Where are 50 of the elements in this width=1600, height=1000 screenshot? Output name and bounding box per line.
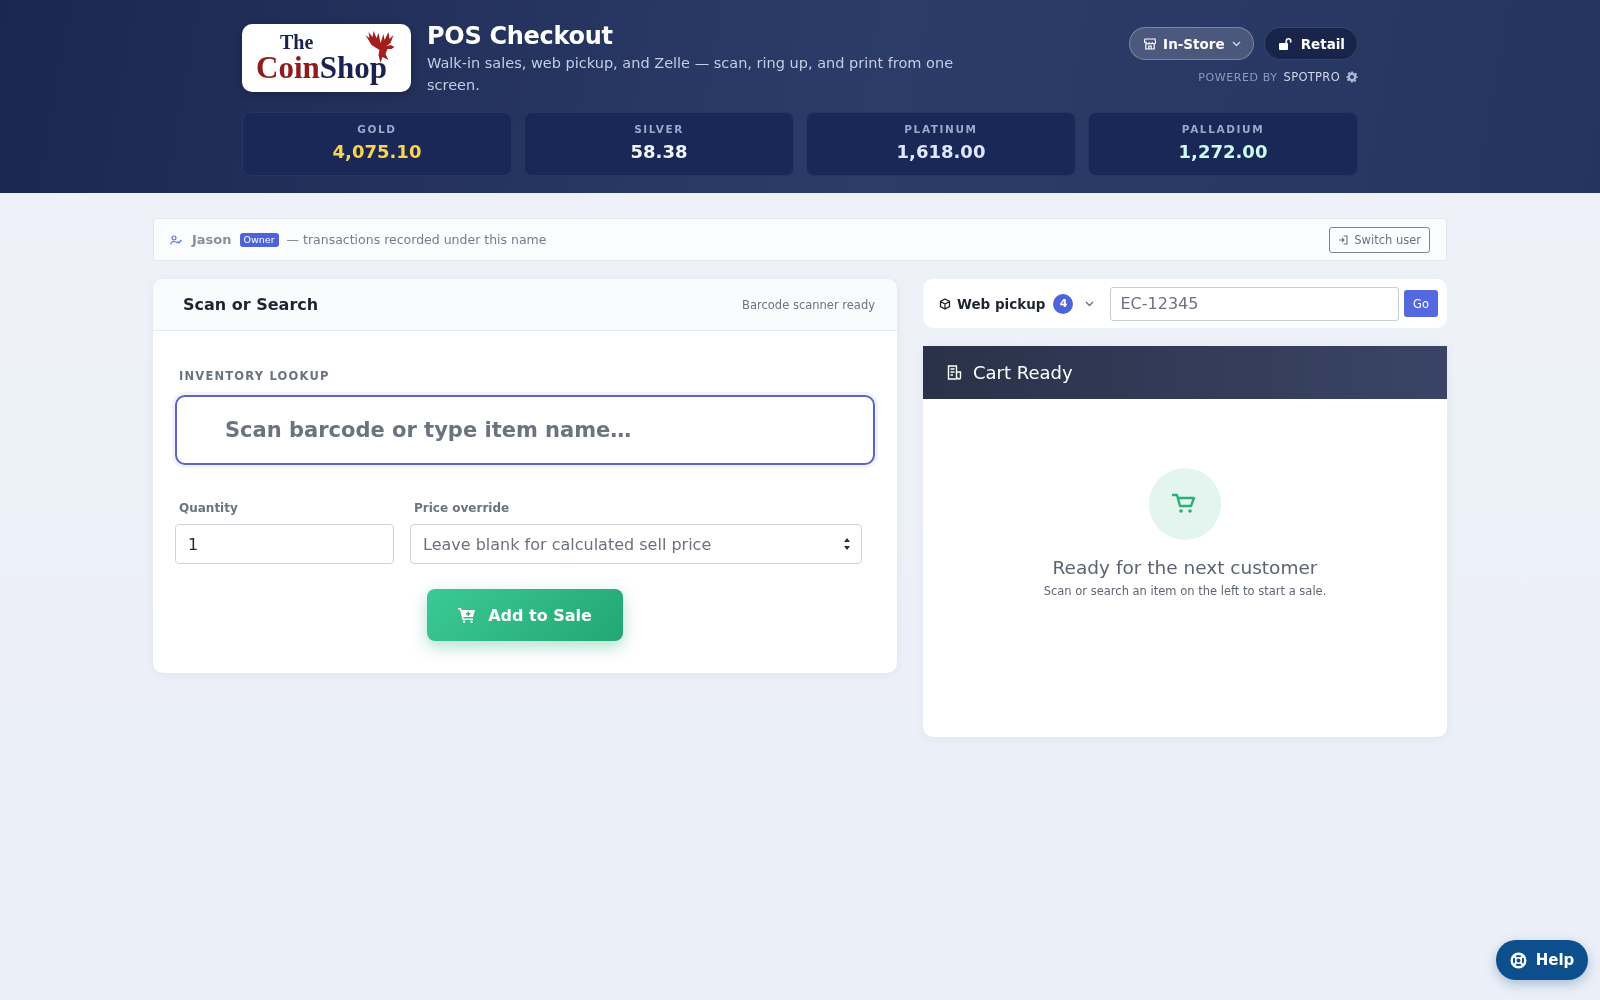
logo-text: Coin	[256, 51, 320, 85]
lifebuoy-icon	[1509, 951, 1527, 969]
count-badge: 4	[1053, 293, 1074, 314]
panel-title: Scan or Search	[183, 295, 319, 314]
field-label: Price override	[413, 500, 511, 516]
powered-by-label: POWERED BY	[1198, 70, 1278, 84]
logo-text: The	[280, 34, 314, 51]
unlock-icon	[1278, 37, 1294, 50]
metal-name: PLATINUM	[904, 122, 978, 136]
store-icon	[1144, 37, 1157, 50]
pricing-button[interactable]: Retail	[1263, 27, 1358, 60]
user-name: Jason	[192, 232, 232, 247]
receipt-icon	[947, 365, 962, 380]
price-override-field[interactable]: Leave blank for calculated sell price	[410, 524, 862, 564]
scanner-status: Barcode scanner ready	[742, 297, 875, 312]
spinner-icon[interactable]	[843, 536, 851, 552]
metal-price: 4,075.10	[332, 140, 422, 164]
logo-text: Shop	[319, 51, 387, 85]
field-label: INVENTORY LOOKUP	[178, 368, 331, 384]
sign-in-icon	[1338, 234, 1349, 245]
cube-icon	[939, 297, 951, 310]
metal-price: 1,618.00	[896, 140, 986, 164]
field-label: Quantity	[178, 500, 239, 516]
settings-icon[interactable]	[1346, 71, 1358, 83]
quantity-field[interactable]: 1	[175, 524, 394, 564]
mode-dropdown[interactable]: In-Store	[1129, 27, 1254, 60]
empty-cart-title: Ready for the next customer	[1052, 556, 1318, 580]
chevron-down-icon	[1231, 40, 1241, 47]
go-button[interactable]: Go	[1404, 290, 1438, 317]
metal-price: 1,272.00	[1178, 140, 1268, 164]
switch-user-button[interactable]: Switch user	[1329, 226, 1430, 253]
user-note: — transactions recorded under this name	[286, 232, 547, 247]
role-badge: Owner	[239, 232, 279, 247]
cart-title: Cart Ready	[973, 362, 1073, 383]
metal-price: 58.38	[630, 140, 688, 164]
order-number-field[interactable]: EC-12345	[1110, 286, 1399, 321]
metal-name: PALLADIUM	[1181, 122, 1265, 136]
help-button[interactable]: Help	[1496, 940, 1588, 980]
user-check-icon	[170, 234, 182, 245]
cart-plus-icon	[458, 607, 477, 623]
brand-name: SPOTPRO	[1283, 70, 1340, 84]
page-subtitle: Walk-in sales, web pickup, and Zelle — scan, ring up, and print from one screen.	[427, 54, 955, 95]
chevron-down-icon	[1085, 300, 1095, 307]
web-pickup-dropdown[interactable]: Web pickup 4	[939, 293, 1095, 314]
metal-name: GOLD	[357, 122, 397, 136]
cart-icon	[1149, 468, 1221, 540]
empty-cart-hint: Scan or search an item on the left to start a sale.	[1043, 584, 1327, 598]
inventory-search-field[interactable]: Scan barcode or type item name…	[175, 395, 875, 465]
metal-name: SILVER	[634, 122, 684, 136]
page-title: POS Checkout	[427, 21, 614, 52]
